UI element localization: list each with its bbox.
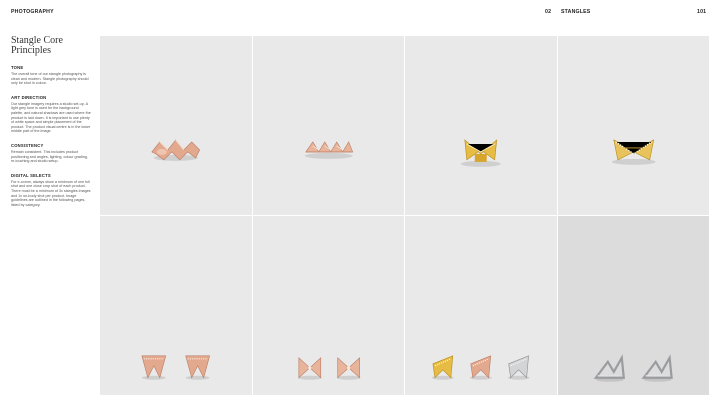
section-heading: DIGITAL SELECTS xyxy=(11,172,51,178)
photo-yellow-gold-pave-stangle-ring[interactable] xyxy=(557,36,709,215)
page-title-line-2: Principles xyxy=(11,45,51,56)
photo-rose-gold-triangle-studs[interactable] xyxy=(100,216,252,395)
ring-image xyxy=(460,139,501,167)
ring-image xyxy=(151,139,201,161)
header-left-section: PHOTOGRAPHY xyxy=(11,9,54,15)
section-consistency: CONSISTENCY Remain consistent. This incl… xyxy=(11,143,91,164)
photo-rose-gold-crossover-ring[interactable] xyxy=(100,36,252,215)
ring-image xyxy=(304,141,353,159)
ring-image xyxy=(611,139,656,165)
photo-rose-gold-bowtie-studs[interactable] xyxy=(252,216,404,395)
section-heading: CONSISTENCY xyxy=(11,142,44,148)
section-body: The overall tone of our stangle photogra… xyxy=(11,72,89,86)
section-heading: TONE xyxy=(11,65,24,70)
page-title: Stangle Core Principles xyxy=(11,36,91,56)
section-body: For e-comm, always show a minimum of one… xyxy=(11,179,91,207)
header-right-section: STANGLES xyxy=(561,9,591,15)
earring-image xyxy=(297,357,361,380)
photo-rose-gold-pave-band-ring[interactable] xyxy=(252,36,404,215)
photo-yellow-gold-stangle-ring[interactable] xyxy=(405,36,557,215)
earring-image xyxy=(431,355,530,380)
earring-image xyxy=(593,354,673,382)
section-body: Our stangle imagery requires a studio se… xyxy=(11,101,91,134)
earring-image xyxy=(141,355,211,380)
section-art-direction: ART DIRECTION Our stangle imagery requir… xyxy=(11,95,91,134)
photo-mixed-metal-stud-trio[interactable] xyxy=(405,216,557,395)
section-heading: ART DIRECTION xyxy=(11,94,47,100)
section-tone: TONE The overall tone of our stangle pho… xyxy=(11,65,91,86)
section-digital-selects: DIGITAL SELECTS For e-comm, always show … xyxy=(11,173,91,208)
section-body: Remain consistent. This includes product… xyxy=(11,149,88,164)
principles-sidebar: Stangle Core Principles TONE The overall… xyxy=(11,36,91,216)
header-right-page-number: 101 xyxy=(697,9,707,15)
product-photo-grid xyxy=(100,36,709,395)
header-left-page-number: 02 xyxy=(545,9,552,15)
photo-silver-stangle-earrings[interactable] xyxy=(557,216,709,395)
